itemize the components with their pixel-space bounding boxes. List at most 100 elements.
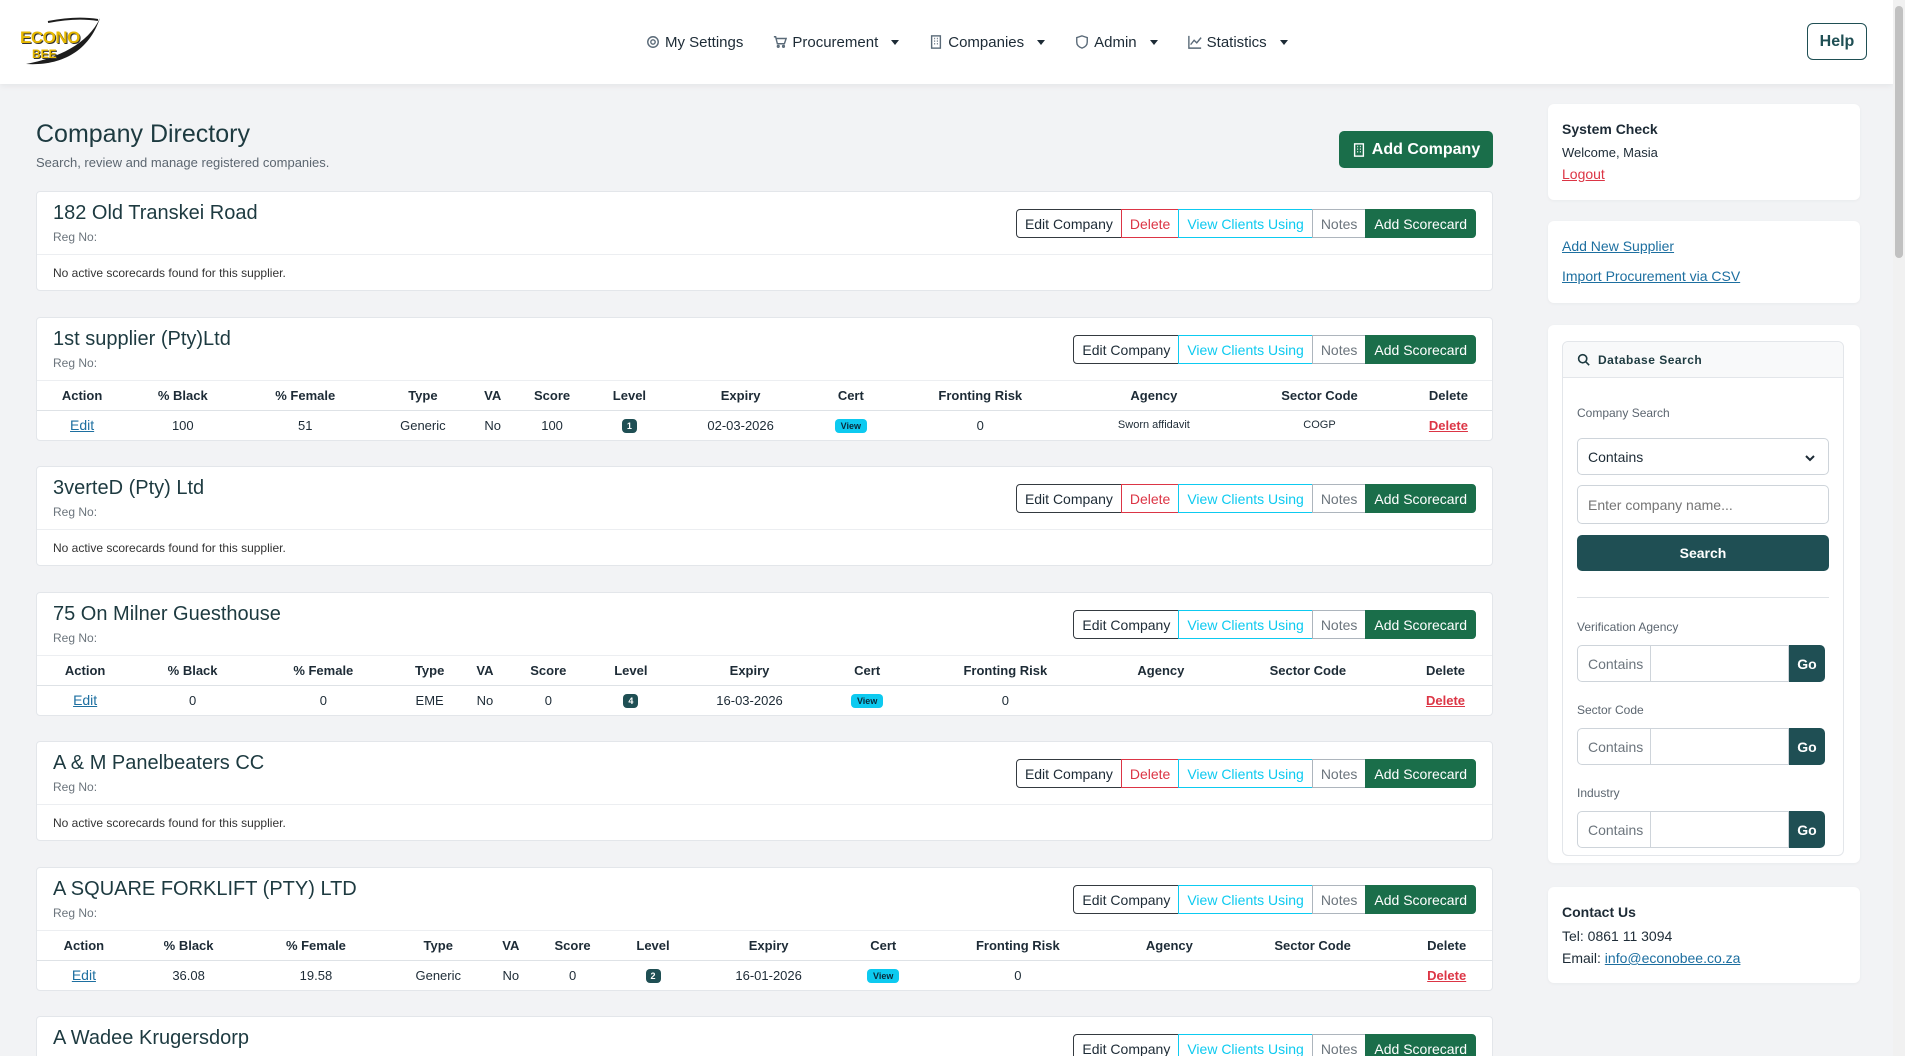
add-company-button[interactable]: Add Company [1339, 131, 1493, 168]
verification-agency-search: Contains Go [1577, 645, 1825, 682]
industry-mode-select[interactable]: Contains [1577, 811, 1651, 848]
verification-agency-go-button[interactable]: Go [1789, 645, 1825, 682]
notes-button[interactable]: Notes [1311, 335, 1367, 364]
add-scorecard-button[interactable]: Add Scorecard [1365, 209, 1476, 238]
delete-scorecard-link[interactable]: Delete [1427, 968, 1466, 983]
edit-company-button[interactable]: Edit Company [1015, 209, 1122, 238]
chevron-down-icon [1279, 39, 1288, 45]
col-header: Delete [1401, 931, 1492, 961]
database-search-panel: Database Search Company Search Contains … [1562, 341, 1844, 856]
company-name: A & M Panelbeaters CC [53, 752, 265, 774]
pct-female: 19.58 [299, 967, 333, 983]
notes-button[interactable]: Notes [1311, 1034, 1367, 1056]
sector-code-input[interactable] [1651, 728, 1789, 765]
company-card-header: A SQUARE FORKLIFT (PTY) LTD Reg No: Edit… [37, 868, 1492, 931]
edit-company-button[interactable]: Edit Company [1073, 335, 1180, 364]
add-new-supplier-link[interactable]: Add New Supplier [1562, 238, 1674, 254]
col-header: Type [372, 381, 474, 411]
notes-button[interactable]: Notes [1311, 610, 1367, 639]
edit-company-button[interactable]: Edit Company [1073, 610, 1180, 639]
fronting-risk: 0 [976, 417, 984, 433]
company-actions: Edit Company Delete View Clients Using N… [1015, 759, 1476, 788]
edit-company-button[interactable]: Edit Company [1073, 885, 1180, 914]
edit-company-button[interactable]: Edit Company [1015, 759, 1122, 788]
page-scrollbar[interactable] [1893, 0, 1905, 1056]
edit-scorecard-link[interactable]: Edit [70, 417, 94, 433]
company-card-header: 182 Old Transkei Road Reg No: Edit Compa… [37, 192, 1492, 255]
delete-company-button[interactable]: Delete [1120, 759, 1180, 788]
company-search-mode-select[interactable]: Contains [1577, 438, 1829, 475]
verification-agency-input[interactable] [1651, 645, 1789, 682]
notes-button[interactable]: Notes [1311, 885, 1367, 914]
add-scorecard-button[interactable]: Add Scorecard [1365, 484, 1476, 513]
chart-line-icon [1187, 35, 1202, 49]
nav-my-settings[interactable]: My Settings [646, 28, 743, 56]
notes-button[interactable]: Notes [1311, 209, 1367, 238]
view-clients-button[interactable]: View Clients Using [1178, 885, 1313, 914]
col-header: % Female [251, 656, 395, 686]
agency: Sworn affidavit [1117, 419, 1190, 432]
company-search-mode-value: Contains [1588, 448, 1644, 465]
edit-company-button[interactable]: Edit Company [1015, 484, 1122, 513]
notes-button[interactable]: Notes [1311, 759, 1367, 788]
edit-company-button[interactable]: Edit Company [1073, 1034, 1180, 1056]
industry-search: Contains Go [1577, 811, 1825, 848]
add-scorecard-button[interactable]: Add Scorecard [1365, 610, 1476, 639]
delete-company-button[interactable]: Delete [1120, 484, 1180, 513]
view-cert-button[interactable]: View [850, 694, 884, 709]
company-name-input[interactable] [1577, 485, 1829, 524]
view-cert-button[interactable]: View [834, 419, 867, 434]
company-name: 182 Old Transkei Road [53, 202, 258, 224]
view-clients-button[interactable]: View Clients Using [1178, 209, 1313, 238]
delete-company-button[interactable]: Delete [1120, 209, 1180, 238]
col-header: Agency [1105, 656, 1217, 686]
level-badge: 4 [623, 694, 639, 709]
nav-procurement-label: Procurement [792, 33, 879, 51]
company-actions: Edit Company View Clients Using Notes Ad… [1073, 885, 1476, 914]
database-search-header: Database Search [1563, 342, 1843, 378]
import-csv-link[interactable]: Import Procurement via CSV [1562, 268, 1740, 284]
score: 0 [544, 692, 552, 708]
edit-scorecard-link[interactable]: Edit [72, 967, 96, 983]
company-card: 182 Old Transkei Road Reg No: Edit Compa… [36, 191, 1493, 291]
scrollbar-thumb[interactable] [1895, 6, 1903, 258]
col-header: Level [591, 656, 671, 686]
nav-statistics[interactable]: Statistics [1187, 28, 1288, 56]
divider [1577, 597, 1829, 598]
col-header: Expiry [691, 931, 846, 961]
notes-button[interactable]: Notes [1311, 484, 1367, 513]
econobee-logo[interactable]: ECONO BEE [18, 14, 104, 70]
verification-agency-mode-select[interactable]: Contains [1577, 645, 1651, 682]
add-scorecard-button[interactable]: Add Scorecard [1365, 759, 1476, 788]
industry-input[interactable] [1651, 811, 1789, 848]
help-button[interactable]: Help [1807, 23, 1867, 60]
industry-go-button[interactable]: Go [1789, 811, 1825, 848]
nav-admin[interactable]: Admin [1075, 28, 1158, 56]
sector-code-mode-select[interactable]: Contains [1577, 728, 1651, 765]
nav-procurement[interactable]: Procurement [773, 28, 900, 56]
company-card: A Wadee Krugersdorp Edit Company View Cl… [36, 1016, 1493, 1056]
view-clients-button[interactable]: View Clients Using [1178, 759, 1313, 788]
delete-scorecard-link[interactable]: Delete [1426, 693, 1465, 708]
logout-link[interactable]: Logout [1562, 166, 1605, 182]
delete-scorecard-link[interactable]: Delete [1429, 418, 1468, 433]
add-scorecard-button[interactable]: Add Scorecard [1365, 1034, 1476, 1056]
add-scorecard-button[interactable]: Add Scorecard [1365, 335, 1476, 364]
nav-companies[interactable]: Companies [929, 28, 1046, 56]
contact-email-link[interactable]: info@econobee.co.za [1605, 950, 1741, 966]
add-scorecard-button[interactable]: Add Scorecard [1365, 885, 1476, 914]
reg-no: Reg No: [53, 505, 98, 519]
view-clients-button[interactable]: View Clients Using [1178, 484, 1313, 513]
company-card: 1st supplier (Pty)Ltd Reg No: Edit Compa… [36, 317, 1493, 441]
view-clients-button[interactable]: View Clients Using [1178, 1034, 1313, 1056]
sector-code-go-button[interactable]: Go [1789, 728, 1825, 765]
pct-female: 0 [319, 692, 327, 708]
search-button[interactable]: Search [1577, 535, 1829, 571]
reg-no: Reg No: [53, 906, 98, 920]
view-clients-button[interactable]: View Clients Using [1178, 335, 1313, 364]
col-header: Fronting Risk [905, 656, 1106, 686]
edit-scorecard-link[interactable]: Edit [73, 692, 97, 708]
reg-no: Reg No: [53, 780, 98, 794]
view-clients-button[interactable]: View Clients Using [1178, 610, 1313, 639]
view-cert-button[interactable]: View [867, 969, 900, 984]
